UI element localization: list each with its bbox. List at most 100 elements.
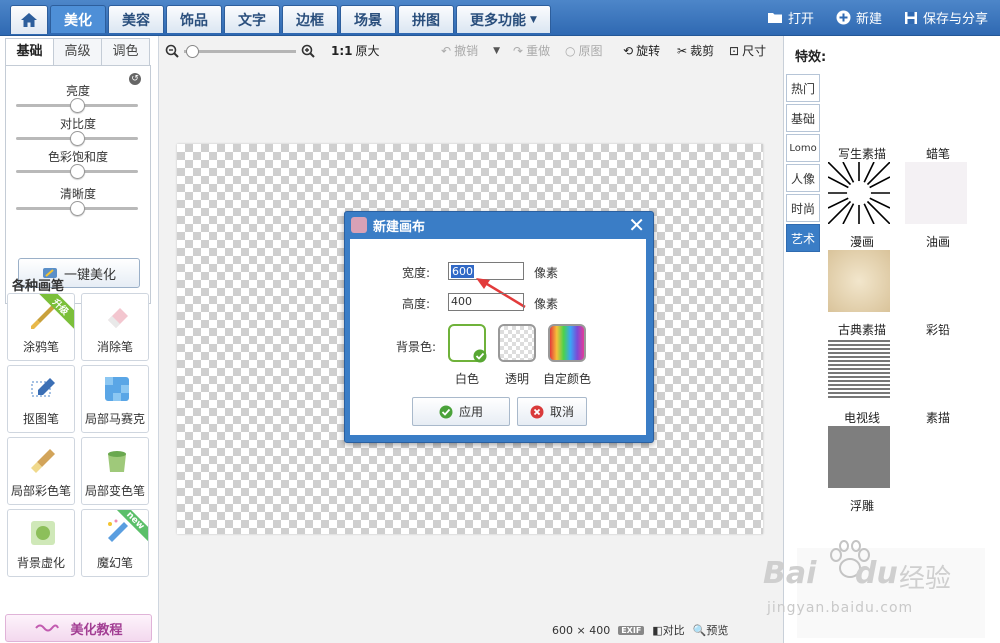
bg-custom-label: 自定颜色 (542, 372, 591, 386)
top-nav-bar: 美化 美容 饰品 文字 边框 场景 拼图 更多功能 ▼ 打开 新建 保存与分享 (0, 0, 1000, 36)
local-recolor-brush-button[interactable]: 局部变色笔 (81, 437, 149, 505)
dialog-body: 宽度: 600 像素 高度: 400 像素 背景色: 白色 透明 自定颜色 应用… (350, 239, 646, 435)
tab-scene[interactable]: 场景 (340, 5, 396, 33)
watermark-brand-2: du (855, 556, 898, 591)
tab-accessories[interactable]: 饰品 (166, 5, 222, 33)
effect-thumb-manga[interactable] (828, 162, 890, 224)
saturation-slider[interactable] (16, 164, 138, 179)
fx-tab-basic[interactable]: 基础 (786, 104, 820, 132)
check-circle-icon (439, 405, 453, 418)
height-label: 高度: (401, 297, 430, 311)
magic-pen-icon (108, 519, 128, 542)
zoom-in-icon[interactable] (301, 44, 315, 58)
zoom-knob[interactable] (186, 44, 199, 58)
brightness-label: 亮度 (65, 84, 90, 98)
fx-tab-lomo[interactable]: Lomo (786, 134, 820, 162)
new-canvas-dialog: 新建画布 ✕ 宽度: 600 像素 高度: 400 像素 背景色: 白色 透明 … (344, 211, 654, 443)
sharpness-slider[interactable] (16, 201, 138, 216)
sharpness-label: 清晰度 (59, 187, 96, 201)
pen-cutout-icon (31, 378, 55, 397)
fx-tab-fashion[interactable]: 时尚 (786, 194, 820, 222)
fx-tab-portrait[interactable]: 人像 (786, 164, 820, 192)
original-button[interactable]: ○ 原图 (565, 42, 603, 59)
effects-title: 特效: (795, 50, 827, 65)
apply-button[interactable]: 应用 (412, 397, 510, 426)
preview-icon: 🔍 (692, 624, 707, 637)
fx-tab-hot[interactable]: 热门 (786, 74, 820, 102)
check-icon (473, 349, 487, 363)
actual-size-button[interactable]: 1:1 原大 (331, 42, 380, 59)
magic-brush-button[interactable]: new 魔幻笔 (81, 509, 149, 577)
contrast-label: 对比度 (59, 117, 96, 131)
plus-circle-icon (836, 10, 851, 25)
scissors-icon: ✂ (677, 43, 688, 58)
dialog-title: 新建画布 (373, 220, 426, 235)
tutorial-button[interactable]: 美化教程 (5, 614, 152, 642)
tab-collage[interactable]: 拼图 (398, 5, 454, 33)
cutout-brush-button[interactable]: 抠图笔 (7, 365, 75, 433)
effect-label: 浮雕 (849, 499, 874, 513)
subtab-color[interactable]: 调色 (101, 38, 150, 66)
slider-knob[interactable] (70, 201, 85, 216)
new-button[interactable]: 新建 (836, 8, 882, 27)
effect-label: 蜡笔 (925, 147, 950, 161)
chevron-down-icon: ▼ (530, 14, 537, 25)
effect-thumb-classic-sketch[interactable] (828, 250, 890, 312)
save-icon (904, 11, 917, 24)
effect-thumb-oil[interactable] (905, 162, 967, 224)
zoom-slider[interactable] (184, 44, 296, 58)
save-share-button[interactable]: 保存与分享 (904, 8, 988, 27)
local-mosaic-button[interactable]: 局部马赛克 (81, 365, 149, 433)
watermark-brand: Bai (763, 556, 817, 591)
home-button[interactable] (10, 5, 48, 34)
preview-button[interactable]: 🔍预览 (693, 622, 729, 638)
resize-button[interactable]: ⊡ 尺寸 (729, 42, 766, 59)
rotate-button[interactable]: ⟲ 旋转 (623, 42, 660, 59)
slider-knob[interactable] (70, 131, 85, 146)
tab-text[interactable]: 文字 (224, 5, 280, 33)
undo-button[interactable]: ↶ 撤销 ▼ (441, 42, 500, 59)
mosaic-icon (105, 377, 129, 401)
graffiti-brush-button[interactable]: 升级 涂鸦笔 (7, 293, 75, 361)
contrast-slider[interactable] (16, 131, 138, 146)
undo-dropdown-icon[interactable]: ▼ (493, 46, 500, 56)
eraser-brush-button[interactable]: 消除笔 (81, 293, 149, 361)
compare-button[interactable]: ◧对比 (652, 622, 684, 638)
bg-white-option[interactable] (448, 324, 487, 363)
fx-tab-art[interactable]: 艺术 (786, 224, 820, 252)
effect-thumb-emboss[interactable] (828, 426, 890, 488)
left-panel: 基础 高级 调色 ↺ 亮度 对比度 色彩饱和度 清晰度 一键美化 各种画笔 升级… (0, 36, 159, 643)
compare-icon: ◧ (652, 624, 663, 637)
background-blur-button[interactable]: 背景虚化 (7, 509, 75, 577)
close-icon[interactable]: ✕ (628, 213, 645, 237)
bg-color-label: 背景色: (395, 340, 436, 354)
undo-icon: ↶ (441, 43, 452, 58)
adjust-panel: ↺ 亮度 对比度 色彩饱和度 清晰度 一键美化 (5, 65, 151, 304)
effect-thumb-tv-lines[interactable] (828, 338, 890, 400)
tab-beauty[interactable]: 美容 (108, 5, 164, 33)
crop-button[interactable]: ✂ 裁剪 (677, 42, 714, 59)
tab-more-features[interactable]: 更多功能 ▼ (456, 5, 551, 33)
height-input[interactable]: 400 (448, 293, 524, 311)
slider-knob[interactable] (70, 98, 85, 113)
width-label: 宽度: (401, 266, 430, 280)
color-brush-icon (31, 449, 55, 473)
tab-beautify[interactable]: 美化 (50, 5, 106, 33)
local-color-brush-button[interactable]: 局部彩色笔 (7, 437, 75, 505)
bg-custom-color-option[interactable] (548, 324, 586, 362)
open-button[interactable]: 打开 (767, 8, 814, 27)
cancel-button[interactable]: 取消 (517, 397, 587, 426)
subtab-basic[interactable]: 基础 (5, 38, 54, 66)
brush-grid: 升级 涂鸦笔 消除笔 抠图笔 局部马赛克 局部彩色笔 局部变色笔 背景虚化 ne… (7, 293, 151, 577)
slider-knob[interactable] (70, 164, 85, 179)
exif-button[interactable]: EXIF (618, 625, 645, 635)
brightness-slider[interactable] (16, 98, 138, 113)
tab-border[interactable]: 边框 (282, 5, 338, 33)
effects-tabs: 热门 基础 Lomo 人像 时尚 艺术 (786, 74, 820, 254)
redo-button[interactable]: ↷ 重做 (513, 42, 550, 59)
subtab-advanced[interactable]: 高级 (53, 38, 102, 66)
zoom-out-icon[interactable] (165, 44, 179, 58)
bg-transparent-option[interactable] (498, 324, 536, 362)
status-bar: 600 × 400 EXIF ◧对比 🔍预览 (552, 622, 728, 638)
paint-bucket-icon (108, 451, 126, 472)
